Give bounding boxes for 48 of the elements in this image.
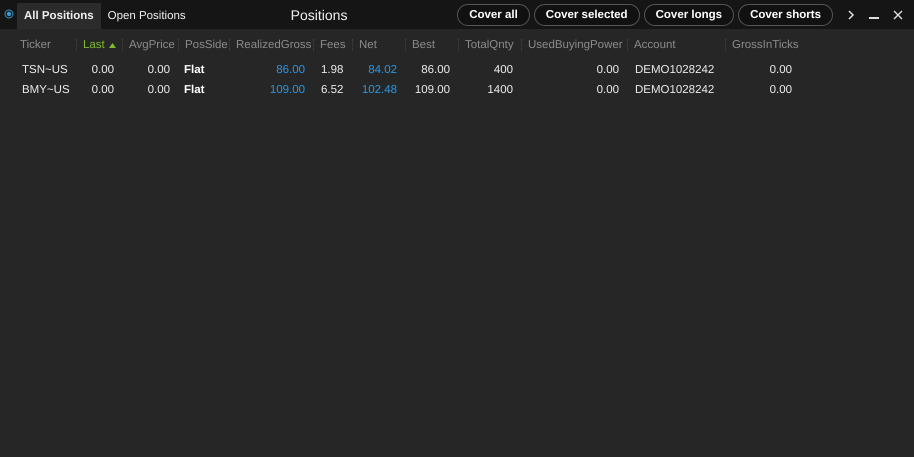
table-cell: DEMO1028242 <box>635 84 714 96</box>
minimize-icon[interactable] <box>869 17 879 20</box>
column-header[interactable]: UsedBuyingPower <box>528 39 623 51</box>
table-cell: 0.00 <box>92 64 114 76</box>
table-cell: 109.00 <box>270 84 305 96</box>
table-cell: 0.00 <box>148 64 170 76</box>
tab[interactable]: Open Positions <box>100 3 193 29</box>
table-cell: 0.00 <box>770 84 792 96</box>
table-cell: 0.00 <box>148 84 170 96</box>
radio-icon[interactable] <box>4 9 14 19</box>
table-cell: 109.00 <box>414 84 450 96</box>
table-cell: Flat <box>184 84 204 96</box>
column-header[interactable]: Best <box>412 39 436 51</box>
column-header[interactable]: PosSide <box>185 39 228 51</box>
table-cell: 1400 <box>487 84 513 96</box>
table-cell: 6.52 <box>321 84 344 96</box>
column-header[interactable]: Ticker <box>20 39 51 51</box>
table-cell: 0.00 <box>596 84 619 96</box>
tab[interactable]: All Positions <box>17 3 101 29</box>
window-title: Positions <box>290 6 348 22</box>
close-icon[interactable] <box>893 10 903 20</box>
cover-button[interactable]: Cover longs <box>644 4 734 26</box>
column-header[interactable]: AvgPrice <box>129 39 175 51</box>
cover-button[interactable]: Cover shorts <box>738 4 833 26</box>
column-header[interactable]: Fees <box>320 39 346 51</box>
table-cell: 84.02 <box>368 64 397 76</box>
table-cell: 0.00 <box>596 64 619 76</box>
table-cell: 0.00 <box>770 64 792 76</box>
table-cell: TSN~US <box>22 64 68 76</box>
column-header[interactable]: Account <box>634 39 676 51</box>
column-header[interactable]: TotalQnty <box>465 39 514 51</box>
cover-button[interactable]: Cover selected <box>534 4 640 26</box>
table-cell: Flat <box>184 64 204 76</box>
column-header[interactable]: GrossInTicks <box>732 39 799 51</box>
column-header[interactable]: RealizedGross <box>236 39 312 51</box>
table-cell: 0.00 <box>92 84 114 96</box>
table-cell: DEMO1028242 <box>635 64 714 76</box>
table-cell: BMY~US <box>22 84 70 96</box>
table-cell: 1.98 <box>321 64 344 76</box>
table-cell: 400 <box>494 64 513 76</box>
table-cell: 86.00 <box>421 64 450 76</box>
column-header[interactable]: Net <box>359 39 377 51</box>
table-cell: 86.00 <box>276 64 305 76</box>
table-cell: 102.48 <box>362 84 397 96</box>
cover-button[interactable]: Cover all <box>457 4 530 26</box>
sort-ascending-icon <box>108 42 116 48</box>
column-header[interactable]: Last <box>83 39 105 51</box>
chevron-right-icon[interactable] <box>847 10 855 20</box>
